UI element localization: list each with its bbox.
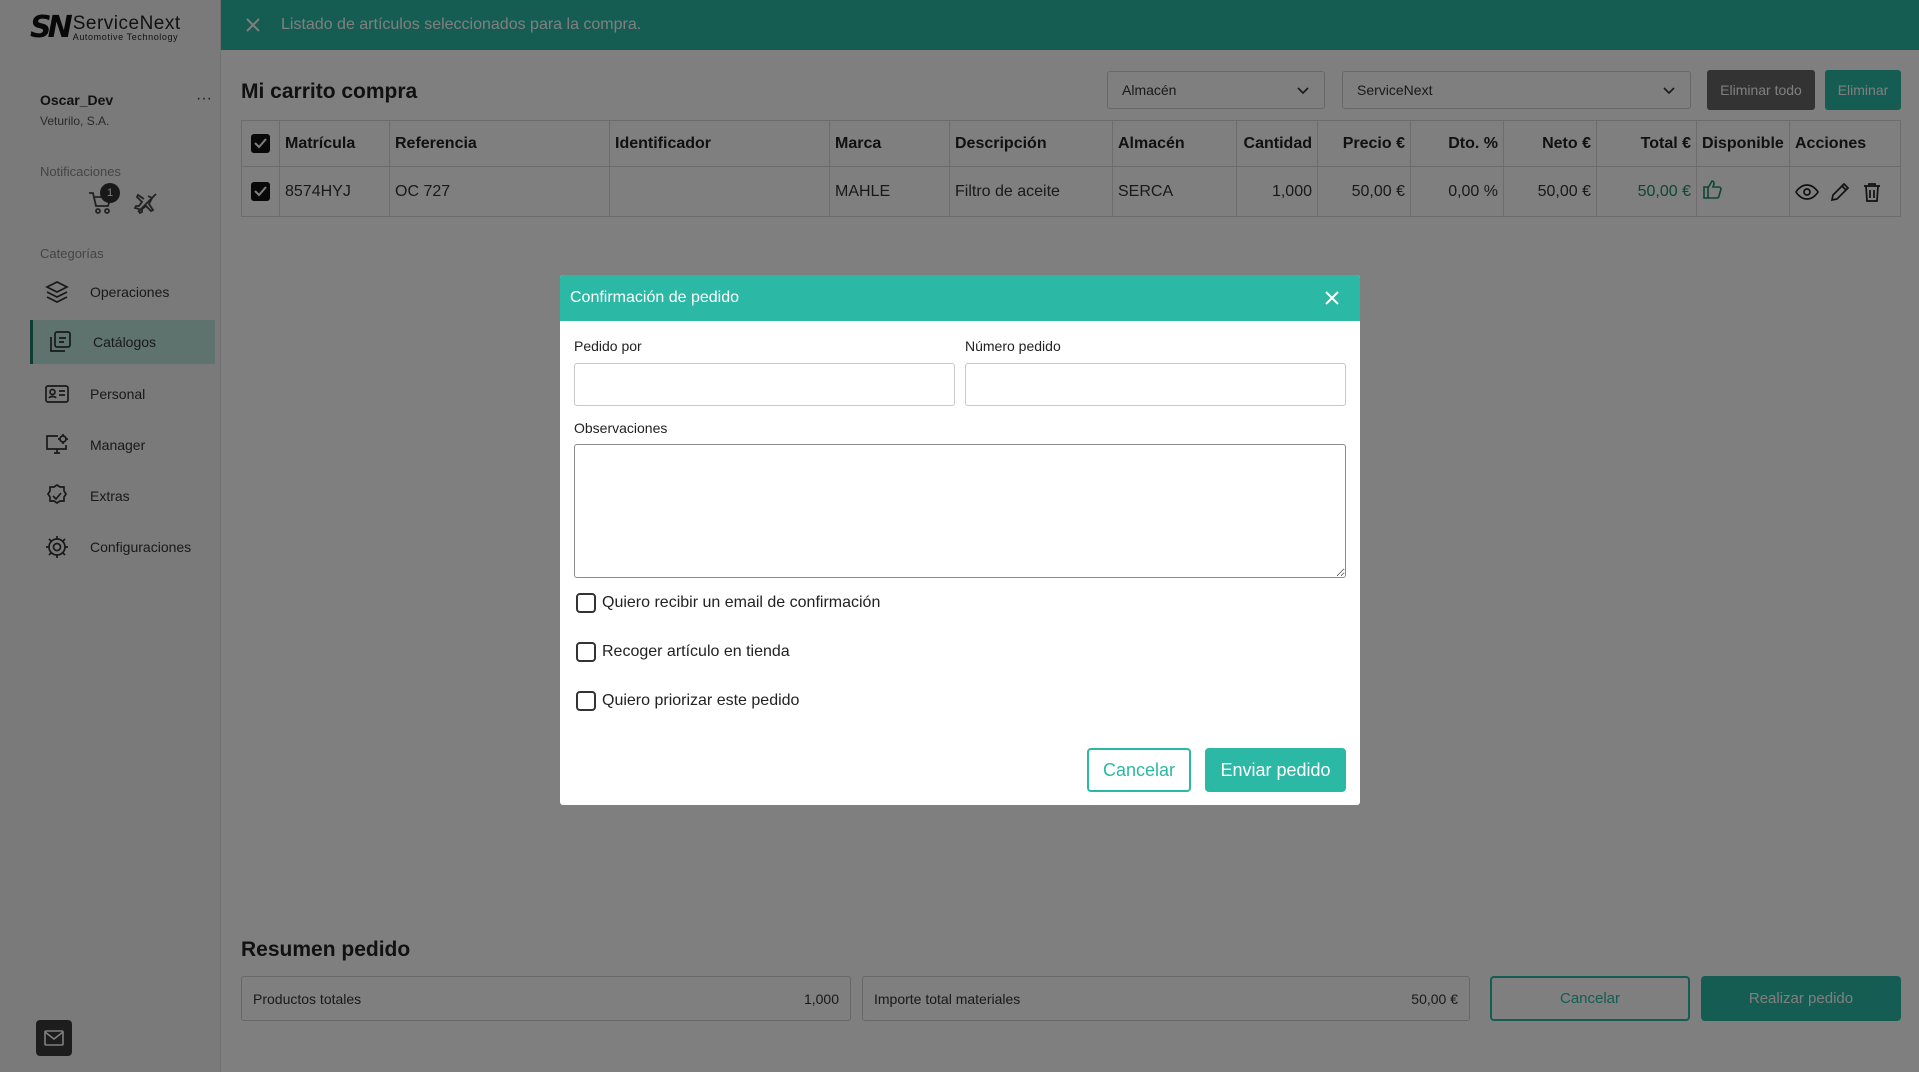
checkbox-box[interactable] <box>576 642 596 662</box>
email-confirmation-checkbox[interactable]: Quiero recibir un email de confirmación <box>576 593 880 613</box>
notes-textarea[interactable] <box>574 444 1346 578</box>
ordered-by-input[interactable] <box>574 363 955 406</box>
modal-cancel-button[interactable]: Cancelar <box>1087 748 1191 792</box>
checkbox-box[interactable] <box>576 593 596 613</box>
order-confirmation-modal: Confirmación de pedido Pedido por Número… <box>560 275 1360 805</box>
modal-title: Confirmación de pedido <box>570 289 739 306</box>
store-pickup-checkbox[interactable]: Recoger artículo en tienda <box>576 642 790 662</box>
checkbox-label: Quiero priorizar este pedido <box>602 692 800 709</box>
close-icon[interactable] <box>1322 288 1342 308</box>
checkbox-label: Recoger artículo en tienda <box>602 643 790 660</box>
order-number-label: Número pedido <box>965 338 1061 354</box>
modal-header: Confirmación de pedido <box>560 275 1360 321</box>
order-number-input[interactable] <box>965 363 1346 406</box>
checkbox-label: Quiero recibir un email de confirmación <box>602 594 881 611</box>
priority-checkbox[interactable]: Quiero priorizar este pedido <box>576 691 799 711</box>
ordered-by-label: Pedido por <box>574 338 642 354</box>
checkbox-box[interactable] <box>576 691 596 711</box>
notes-label: Observaciones <box>574 420 668 436</box>
send-order-button[interactable]: Enviar pedido <box>1205 748 1346 792</box>
